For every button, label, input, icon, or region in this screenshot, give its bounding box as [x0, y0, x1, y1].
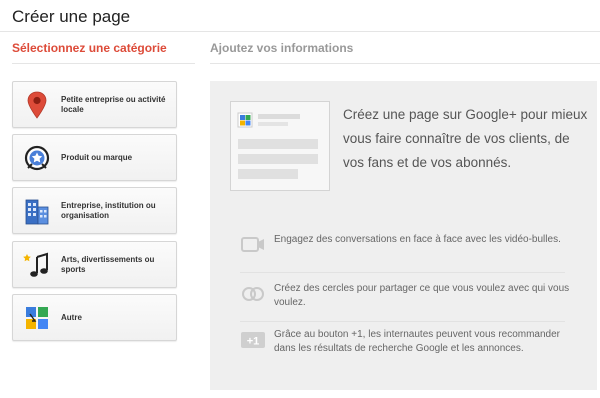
category-product-brand-button[interactable]: Produit ou marque [12, 134, 177, 181]
google-plus-squares-icon [23, 303, 51, 333]
step-divider [12, 63, 195, 64]
step-divider [210, 63, 600, 64]
building-icon [23, 196, 51, 226]
category-label: Produit ou marque [61, 152, 133, 162]
music-note-icon [23, 250, 51, 280]
step-select-category: Sélectionnez une catégorie [12, 41, 167, 55]
feature-divider [240, 272, 565, 273]
title-divider [0, 31, 600, 32]
category-label: Arts, divertissements ou sports [61, 254, 155, 274]
category-label: Entreprise, institution ou organisation [61, 200, 156, 220]
category-label: Autre [61, 312, 82, 322]
feature-divider [240, 321, 565, 322]
page-title: Créer une page [12, 7, 131, 26]
feature-text: Créez des cercles pour partager ce que v… [274, 283, 570, 308]
category-local-business-button[interactable]: Petite entreprise ou activité locale [12, 81, 177, 128]
page-preview-illustration [230, 101, 330, 191]
circles-icon [240, 282, 266, 306]
step-add-information: Ajoutez vos informations [210, 41, 354, 55]
info-headline: Créez une page sur Google+ pour mieux vo… [343, 107, 588, 170]
category-arts-sports-button[interactable]: Arts, divertissements ou sports [12, 241, 177, 288]
category-label: Petite entreprise ou activité locale [61, 94, 166, 114]
video-chat-icon [240, 233, 266, 257]
product-badge-icon [23, 143, 51, 173]
map-pin-icon [23, 90, 51, 120]
category-other-button[interactable]: Autre [12, 294, 177, 341]
feature-text: Grâce au bouton +1, les internautes peuv… [274, 329, 561, 354]
svg-text:+1: +1 [247, 336, 260, 348]
plus-one-icon: +1 [240, 328, 266, 352]
info-panel: Créez une page sur Google+ pour mieux vo… [210, 81, 597, 390]
category-organization-button[interactable]: Entreprise, institution ou organisation [12, 187, 177, 234]
feature-text: Engagez des conversations en face à face… [274, 234, 561, 245]
